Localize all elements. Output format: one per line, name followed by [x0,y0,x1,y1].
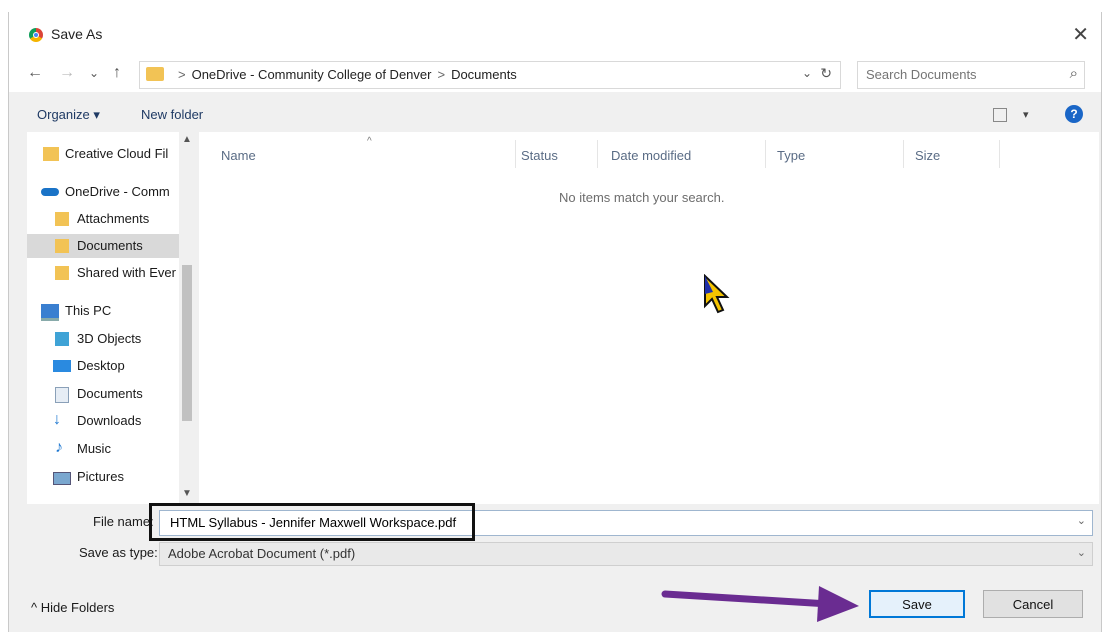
chrome-icon [29,28,43,42]
empty-message: No items match your search. [559,190,725,205]
sidebar-item-label: Attachments [77,211,150,226]
sidebar-item-documents-onedrive[interactable]: Documents [27,234,179,258]
column-divider[interactable] [597,140,598,168]
sidebar-item-documents[interactable]: Documents [27,382,179,406]
music-note-icon: ♪ [55,439,63,456]
column-divider[interactable] [515,140,516,168]
hide-folders-button[interactable]: ^ Hide Folders [31,600,114,615]
annotation-arrow-icon [661,586,859,622]
column-name[interactable]: Name [221,148,256,163]
sidebar-item-label: Documents [77,386,143,401]
address-bar[interactable]: > OneDrive - Community College of Denver >… [139,61,841,89]
sidebar-item-label: 3D Objects [77,331,142,346]
forward-arrow-icon[interactable]: → [59,64,75,82]
column-divider[interactable] [903,140,904,168]
file-list: ^ Name Status Date modified Type Size No… [199,132,1099,504]
refresh-icon[interactable]: ↻ [820,65,832,82]
chevron-down-icon[interactable]: ▾ [1023,108,1029,121]
desktop-icon [53,360,71,372]
sidebar-item-label: Creative Cloud Fil [65,146,169,161]
dialog-title: Save As [51,26,103,42]
search-box: ⌕ [857,61,1085,89]
save-as-type-label: Save as type: [79,545,158,560]
sidebar-item-3d-objects[interactable]: 3D Objects [27,327,179,351]
column-type[interactable]: Type [777,148,805,163]
mouse-cursor-icon [704,274,730,314]
column-divider[interactable] [999,140,1000,168]
scroll-down-icon[interactable]: ▼ [182,488,192,499]
sidebar-item-creative-cloud[interactable]: Creative Cloud Fil [27,142,179,166]
sidebar-item-downloads[interactable]: ↓ Downloads [27,409,179,433]
sidebar-item-onedrive[interactable]: OneDrive - Comm [27,180,179,204]
sidebar-item-label: Documents [77,238,143,253]
file-name-label: File name: [93,514,154,529]
back-arrow-icon[interactable]: ← [27,64,43,82]
save-button[interactable]: Save [869,590,965,618]
navigation-pane: Creative Cloud Fil OneDrive - Comm Attac… [27,132,195,504]
save-as-type-select[interactable]: Adobe Acrobat Document (*.pdf) ⌄ [159,542,1093,566]
organize-button[interactable]: Organize ▾ [37,107,100,123]
close-icon[interactable]: ✕ [1072,22,1089,47]
save-as-dialog: Save As ✕ ← → ⌄ ↑ > OneDrive - Community … [8,12,1102,632]
column-status[interactable]: Status [521,148,558,163]
folder-icon [55,266,69,280]
folder-icon [55,239,69,253]
cancel-button[interactable]: Cancel [983,590,1083,618]
sidebar-item-label: Music [77,441,111,456]
save-as-type-value: Adobe Acrobat Document (*.pdf) [168,546,356,561]
sidebar-item-this-pc[interactable]: This PC [27,299,179,323]
sidebar-item-label: This PC [65,303,112,318]
command-bar: Organize ▾ New folder ▾ ? [9,100,1101,130]
view-options-icon[interactable] [993,108,1007,122]
up-arrow-icon[interactable]: ↑ [113,64,121,82]
documents-icon [55,387,69,403]
download-arrow-icon: ↓ [53,411,61,428]
column-date-modified[interactable]: Date modified [611,148,691,163]
sidebar-item-label: Desktop [77,358,125,373]
sidebar-item-music[interactable]: ♪ Music [27,437,179,461]
chevron-down-icon[interactable]: ⌄ [1077,514,1086,527]
sidebar-item-label: Shared with Ever [77,265,176,280]
recent-locations-icon[interactable]: ⌄ [89,66,99,80]
column-divider[interactable] [765,140,766,168]
folder-icon [146,67,164,81]
new-folder-button[interactable]: New folder [141,107,203,122]
folder-icon [55,212,69,226]
scrollbar-thumb[interactable] [182,265,192,421]
breadcrumb-documents[interactable]: Documents [451,67,517,82]
creative-cloud-folder-icon [43,147,59,161]
onedrive-cloud-icon [41,188,59,196]
sort-ascending-icon: ^ [367,136,372,147]
help-icon[interactable]: ? [1065,105,1083,123]
sidebar-item-pictures[interactable]: Pictures [27,465,179,489]
sidebar-item-shared[interactable]: Shared with Ever [27,261,179,285]
search-icon[interactable]: ⌕ [1070,65,1078,82]
sidebar-item-attachments[interactable]: Attachments [27,207,179,231]
navigation-bar: ← → ⌄ ↑ > OneDrive - Community College of… [9,58,1101,92]
sidebar-item-label: OneDrive - Comm [65,184,170,199]
cube-icon [55,332,69,346]
pictures-icon [53,472,71,485]
search-input[interactable] [864,66,1058,83]
chevron-down-icon[interactable]: ⌄ [1077,546,1086,559]
breadcrumb-onedrive[interactable]: OneDrive - Community College of Denver [192,67,432,82]
scroll-up-icon[interactable]: ▲ [182,134,192,145]
chevron-down-icon[interactable]: ⌄ [802,66,812,80]
breadcrumb: > OneDrive - Community College of Denver >… [178,67,517,82]
sidebar-item-desktop[interactable]: Desktop [27,354,179,378]
sidebar-item-label: Pictures [77,469,124,484]
sidebar-scrollbar[interactable]: ▲ ▼ [179,132,195,504]
title-bar: Save As ✕ [9,12,1101,58]
column-size[interactable]: Size [915,148,940,163]
sidebar-item-label: Downloads [77,413,142,428]
annotation-highlight-box [149,503,475,541]
computer-icon [41,304,59,321]
